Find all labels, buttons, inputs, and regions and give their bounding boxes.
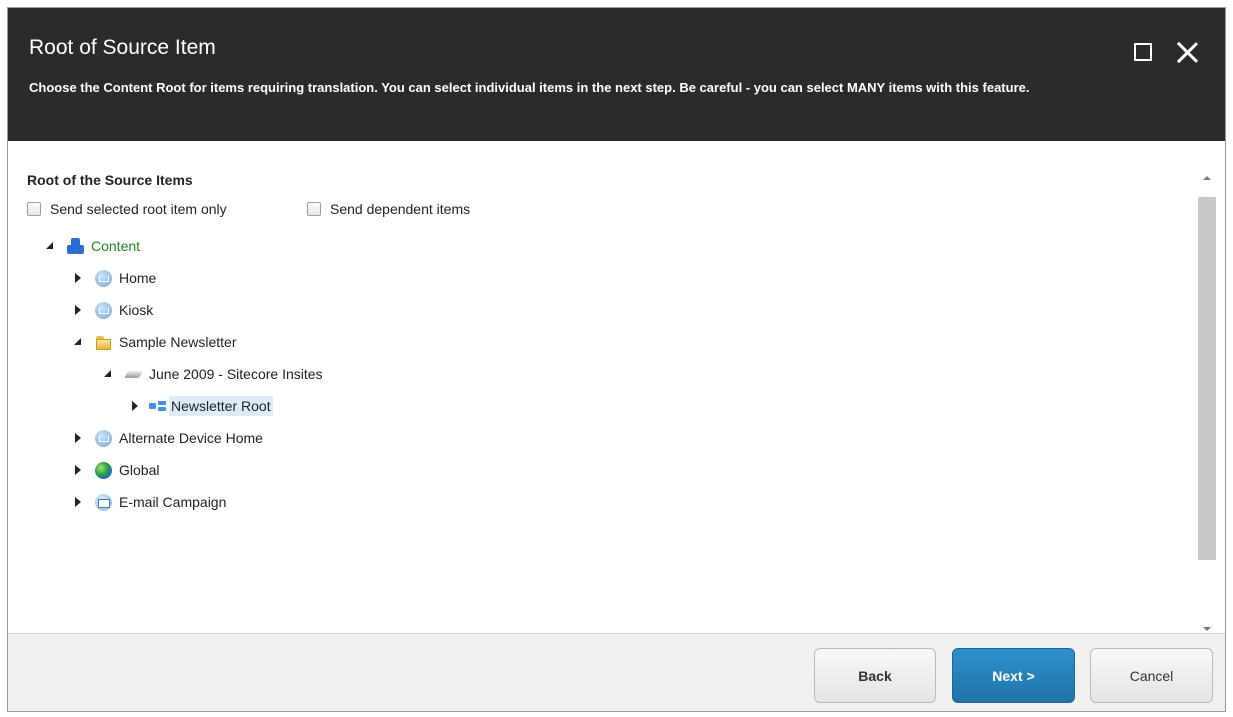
expand-toggle-icon[interactable] xyxy=(72,304,84,316)
expand-toggle-icon[interactable] xyxy=(72,432,84,444)
expand-toggle-icon[interactable] xyxy=(72,496,84,508)
tree-node-label[interactable]: June 2009 - Sitecore Insites xyxy=(147,364,325,384)
maximize-button[interactable] xyxy=(1130,39,1158,67)
tree-node-label-selected[interactable]: Newsletter Root xyxy=(169,396,273,416)
dialog-content: Root of the Source Items Send selected r… xyxy=(8,141,1225,633)
send-dependent-option[interactable]: Send dependent items xyxy=(307,198,470,220)
tree-node-sample-newsletter: Sample Newsletter xyxy=(72,330,239,354)
send-root-only-label: Send selected root item only xyxy=(50,201,227,217)
back-button[interactable]: Back xyxy=(814,648,936,703)
send-root-only-option[interactable]: Send selected root item only xyxy=(27,198,227,220)
tree-node-label[interactable]: Alternate Device Home xyxy=(117,428,265,448)
dialog-title: Root of Source Item xyxy=(29,36,216,59)
expand-toggle-icon[interactable] xyxy=(72,464,84,476)
expand-toggle-icon[interactable] xyxy=(129,400,141,412)
tree-node-kiosk: Kiosk xyxy=(72,298,155,322)
dialog-header: Root of Source Item Choose the Content R… xyxy=(8,8,1225,141)
tree-node-label[interactable]: Content xyxy=(89,236,142,256)
email-campaign-icon xyxy=(95,493,112,511)
tree-node-alternate-device-home: Alternate Device Home xyxy=(72,426,265,450)
newsletter-root-icon xyxy=(149,398,166,415)
close-button[interactable] xyxy=(1174,39,1202,67)
folder-icon xyxy=(95,334,112,351)
tree-node-june-2009: June 2009 - Sitecore Insites xyxy=(102,362,325,386)
dialog-footer: Back Next > Cancel xyxy=(8,633,1225,711)
send-dependent-label: Send dependent items xyxy=(330,201,471,217)
send-dependent-checkbox[interactable] xyxy=(307,202,321,216)
dialog-description: Choose the Content Root for items requir… xyxy=(29,80,1030,95)
tree-node-label[interactable]: Home xyxy=(117,268,158,288)
section-title: Root of the Source Items xyxy=(27,172,193,188)
newsletter-issue-icon xyxy=(125,366,142,383)
expand-toggle-icon[interactable] xyxy=(72,336,84,348)
home-icon xyxy=(95,301,112,319)
tree-node-label[interactable]: Sample Newsletter xyxy=(117,332,239,352)
maximize-icon xyxy=(1134,43,1152,61)
scroll-up-icon[interactable] xyxy=(1197,169,1217,187)
content-tree-icon xyxy=(67,237,84,255)
home-icon xyxy=(95,429,112,447)
vertical-scrollbar[interactable] xyxy=(1197,169,1217,638)
dialog-window: Root of Source Item Choose the Content R… xyxy=(7,7,1226,712)
tree-node-label[interactable]: E-mail Campaign xyxy=(117,492,228,512)
expand-toggle-icon[interactable] xyxy=(44,240,56,252)
cancel-button[interactable]: Cancel xyxy=(1090,648,1213,703)
scrollbar-thumb[interactable] xyxy=(1198,197,1216,560)
tree-node-global: Global xyxy=(72,458,161,482)
tree-node-content: Content xyxy=(44,234,142,258)
tree-node-home: Home xyxy=(72,266,158,290)
globe-icon xyxy=(95,461,112,479)
send-root-only-checkbox[interactable] xyxy=(27,202,41,216)
expand-toggle-icon[interactable] xyxy=(102,368,114,380)
tree-node-label[interactable]: Kiosk xyxy=(117,300,155,320)
tree-node-newsletter-root: Newsletter Root xyxy=(129,394,273,418)
expand-toggle-icon[interactable] xyxy=(72,272,84,284)
tree-node-label[interactable]: Global xyxy=(117,460,161,480)
next-button[interactable]: Next > xyxy=(952,648,1075,703)
home-icon xyxy=(95,269,112,287)
tree-node-email-campaign: E-mail Campaign xyxy=(72,490,228,514)
